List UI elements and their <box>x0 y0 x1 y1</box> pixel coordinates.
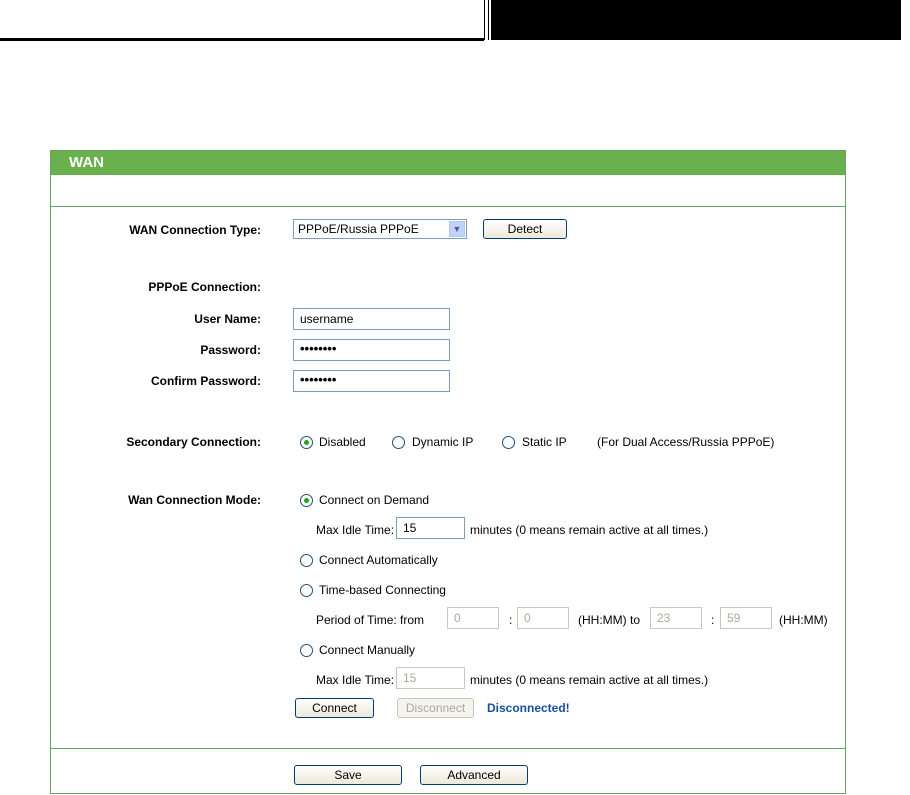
save-button[interactable]: Save <box>294 765 402 785</box>
connection-status: Disconnected! <box>487 701 570 715</box>
max-idle-input[interactable]: 15 <box>396 517 465 539</box>
to-hour-input[interactable]: 23 <box>650 607 702 629</box>
period-label: Period of Time: from <box>316 613 425 627</box>
radio-secondary-static[interactable] <box>502 436 515 449</box>
hhmm-label: (HH:MM) <box>779 613 828 627</box>
max-idle-note: minutes (0 means remain active at all ti… <box>470 523 709 537</box>
radio-connect-manually[interactable] <box>300 644 313 657</box>
from-minute-input[interactable]: 0 <box>517 607 569 629</box>
from-hour-input[interactable]: 0 <box>447 607 499 629</box>
password-input[interactable]: •••••••• <box>293 339 450 361</box>
connect-button[interactable]: Connect <box>295 698 374 718</box>
radio-secondary-disabled[interactable] <box>300 436 313 449</box>
mode-label: Wan Connection Mode: <box>128 493 261 507</box>
radio-secondary-dynamic[interactable] <box>392 436 405 449</box>
radio-connect-automatically[interactable] <box>300 554 313 567</box>
manual-label: Connect Manually <box>319 643 416 657</box>
secondary-option-label: Static IP <box>522 435 567 449</box>
disconnect-button[interactable]: Disconnect <box>397 698 474 718</box>
header-bar <box>491 0 901 40</box>
divider <box>51 206 845 207</box>
time-based-label: Time-based Connecting <box>319 583 446 597</box>
wan-type-select[interactable]: PPPoE/Russia PPPoE ▼ <box>293 219 467 239</box>
secondary-note: (For Dual Access/Russia PPPoE) <box>597 435 775 449</box>
wan-panel: WAN WAN Connection Type: PPPoE/Russia PP… <box>50 150 846 794</box>
to-label: (HH:MM) to <box>578 613 640 627</box>
secondary-option-label: Disabled <box>319 435 366 449</box>
detect-button[interactable]: Detect <box>483 219 567 239</box>
username-label: User Name: <box>194 312 261 326</box>
username-input[interactable]: username <box>293 308 450 330</box>
header-divider <box>484 0 485 40</box>
divider <box>51 748 845 749</box>
time-colon: : <box>711 613 715 627</box>
manual-idle-note: minutes (0 means remain active at all ti… <box>470 673 709 687</box>
radio-time-based[interactable] <box>300 584 313 597</box>
manual-idle-label: Max Idle Time: <box>316 673 395 687</box>
confirm-password-input[interactable]: •••••••• <box>293 370 450 392</box>
max-idle-label: Max Idle Time: <box>316 523 395 537</box>
confirm-password-label: Confirm Password: <box>150 374 261 388</box>
on-demand-label: Connect on Demand <box>319 493 430 507</box>
header-divider <box>488 0 489 40</box>
panel-title: WAN <box>51 151 845 175</box>
secondary-label: Secondary Connection: <box>126 435 261 449</box>
password-label: Password: <box>200 343 261 357</box>
manual-idle-input[interactable]: 15 <box>396 667 465 689</box>
time-colon: : <box>509 613 513 627</box>
chevron-down-icon[interactable]: ▼ <box>449 221 465 237</box>
wan-type-value: PPPoE/Russia PPPoE <box>298 222 419 236</box>
to-minute-input[interactable]: 59 <box>720 607 772 629</box>
header-rule <box>0 38 484 41</box>
wan-type-label: WAN Connection Type: <box>129 223 261 237</box>
radio-connect-on-demand[interactable] <box>300 494 313 507</box>
pppoe-heading: PPPoE Connection: <box>148 280 261 294</box>
auto-label: Connect Automatically <box>319 553 438 567</box>
secondary-option-label: Dynamic IP <box>412 435 474 449</box>
advanced-button[interactable]: Advanced <box>420 765 528 785</box>
